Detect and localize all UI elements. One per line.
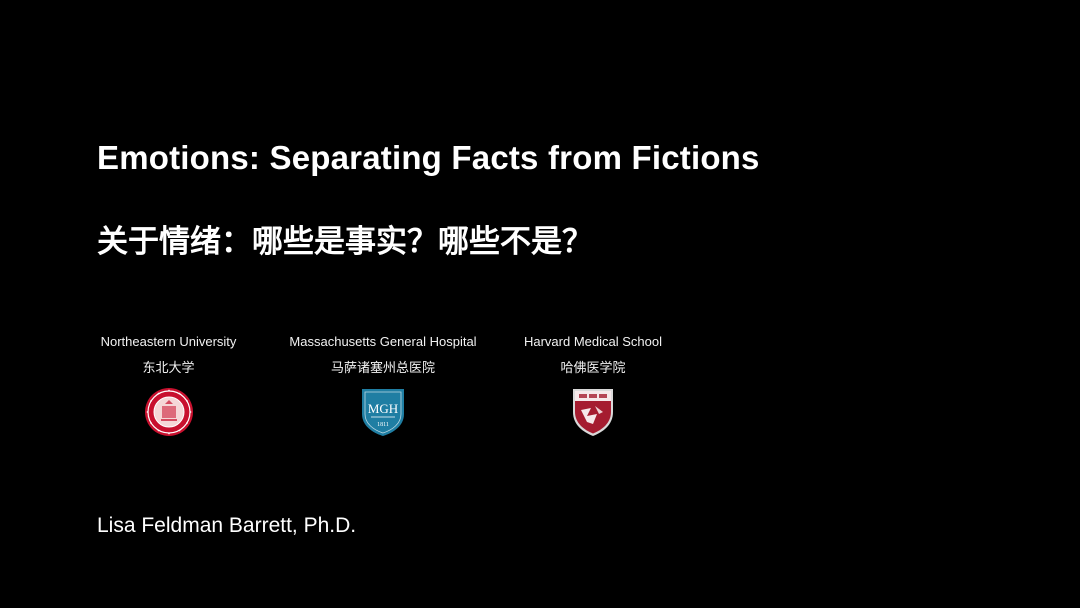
institution-name-english: Massachusetts General Hospital <box>289 334 477 349</box>
slide-title-english: Emotions: Separating Facts from Fictions <box>97 139 760 176</box>
institution-name-chinese: 哈佛医学院 <box>560 361 626 376</box>
mgh-shield-icon: MGH 1811 <box>362 389 404 436</box>
institution-mgh: Massachusetts General Hospital 马萨诸塞州总医院 … <box>286 334 480 438</box>
harvard-medical-shield-icon <box>573 389 613 436</box>
mgh-logo-text: MGH <box>368 401 398 416</box>
institution-northeastern: Northeastern University 东北大学 <box>98 334 239 438</box>
slide-title-chinese: 关于情绪：哪些是事实？哪些不是？ <box>97 224 593 260</box>
institution-name-chinese: 马萨诸塞州总医院 <box>330 361 435 376</box>
institution-name-english: Harvard Medical School <box>523 334 662 349</box>
mgh-logo-year: 1811 <box>377 422 389 428</box>
institution-harvard-medical: Harvard Medical School 哈佛医学院 <box>522 334 664 438</box>
slide: Emotions: Separating Facts from Fictions… <box>0 0 1080 608</box>
author-name: Lisa Feldman Barrett, Ph.D. <box>97 514 357 537</box>
northeastern-seal-icon <box>144 388 193 436</box>
institution-name-english: Northeastern University <box>100 334 237 349</box>
institution-name-chinese: 东北大学 <box>142 361 195 376</box>
